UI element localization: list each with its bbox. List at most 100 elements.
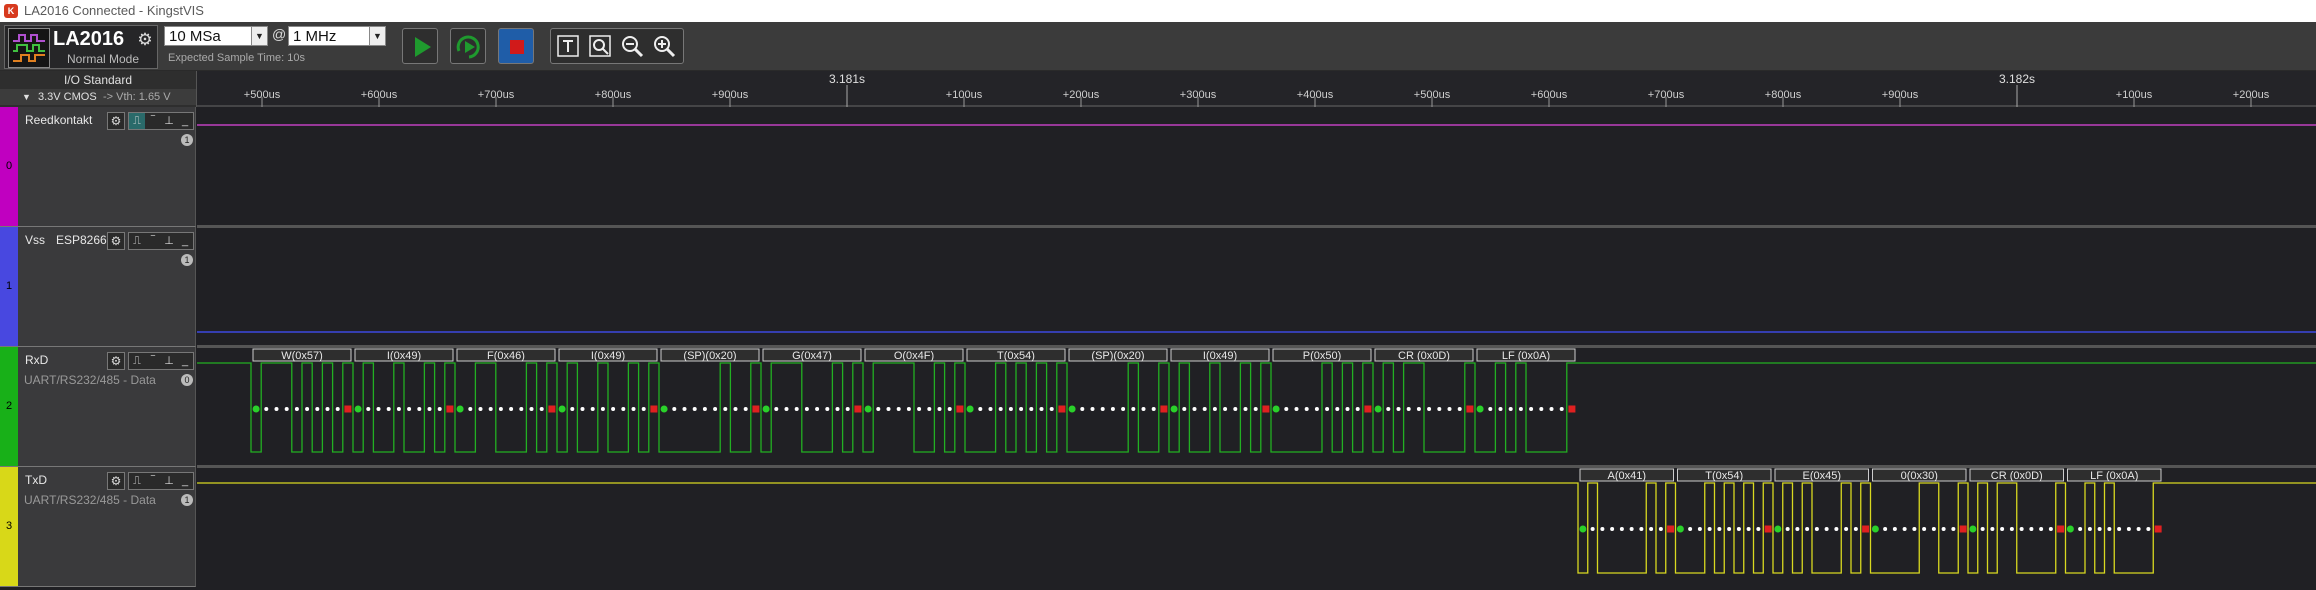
rx-frame-label: LF (0x0A) [1502, 350, 1550, 362]
falling-edge-trigger-icon[interactable]: ⊥ [161, 353, 177, 369]
tx-frame-label: CR (0x0D) [1991, 470, 2043, 482]
device-name[interactable]: LA2016 [53, 28, 124, 51]
low-level-trigger-icon[interactable]: _ [177, 233, 193, 249]
high-level-trigger-icon[interactable]: ‾ [145, 233, 161, 249]
sample-dot [407, 407, 412, 411]
rising-edge-trigger-icon[interactable]: ⎍ [129, 353, 145, 369]
channel-color-bar[interactable]: 0 [0, 107, 18, 226]
start-button[interactable] [402, 28, 438, 64]
rising-edge-trigger-icon[interactable]: ⎍ [129, 473, 145, 489]
rx-frame-label: G(0x47) [792, 350, 832, 362]
channel-settings-gear-icon[interactable]: ⚙ [107, 352, 125, 370]
stop-bit-marker [1160, 405, 1168, 413]
sample-dot [1559, 407, 1564, 411]
high-level-trigger-icon[interactable]: ‾ [145, 473, 161, 489]
channel-color-bar[interactable]: 1 [0, 227, 18, 346]
high-level-trigger-icon[interactable]: ‾ [145, 113, 161, 129]
expand-triangle-icon[interactable]: ▼ [22, 89, 31, 105]
repeat-start-button[interactable] [450, 28, 486, 64]
time-ruler[interactable]: 3.181s 3.182s +500us +600us +700us +800us +900… [197, 71, 2316, 107]
sample-depth-select[interactable]: 1 MHz ▼ [288, 26, 386, 46]
zoom-out-icon[interactable] [618, 32, 646, 60]
device-mode: Normal Mode [66, 52, 140, 66]
title-bar: K LA2016 Connected - KingstVIS [0, 0, 2316, 22]
low-level-trigger-icon[interactable]: _ [177, 113, 193, 129]
rising-edge-trigger-icon[interactable]: ⎍ [129, 233, 145, 249]
sample-rate-select[interactable]: 10 MSa ▼ [164, 26, 268, 46]
channel-settings-gear-icon[interactable]: ⚙ [107, 112, 125, 130]
channel-0-header[interactable]: 0 Reedkontakt ⚙ ⎍ ‾ ⊥ _ 1 [0, 107, 196, 227]
sample-dot [1049, 407, 1054, 411]
channel-count-badge: 1 [181, 254, 193, 266]
sample-dot [713, 407, 718, 411]
device-waveform-icon[interactable] [8, 28, 50, 68]
sample-dot [1202, 407, 1207, 411]
channel-settings-gear-icon[interactable]: ⚙ [107, 232, 125, 250]
sample-dot [325, 407, 330, 411]
stop-button[interactable] [498, 28, 534, 64]
sample-dot [1941, 527, 1946, 531]
zoom-fit-icon[interactable] [586, 32, 614, 60]
channel-name[interactable]: RxD [25, 353, 48, 367]
chevron-down-icon[interactable]: ▼ [369, 27, 385, 45]
channel-name[interactable]: Vss [25, 233, 45, 247]
rising-edge-trigger-icon[interactable]: ⎍ [129, 113, 145, 129]
device-settings-gear-icon[interactable]: ⚙ [135, 30, 155, 50]
minor-tick-label: +500us [1414, 89, 1451, 101]
sample-dot [743, 407, 748, 411]
sample-dot [539, 407, 544, 411]
channel-protocol: UART/RS232/485 - Data [24, 373, 156, 387]
io-standard-select[interactable]: ▼ 3.3V CMOS -> Vth: 1.65 V [0, 89, 196, 105]
channel-2-header[interactable]: 2 RxD UART/RS232/485 - Data ⚙ ⎍ ‾ ⊥ _ 0 [0, 347, 196, 467]
waveform-area[interactable]: W(0x57) I(0x49) F(0x46) I(0x49) (SP)(0x20) G(… [197, 107, 2316, 587]
start-bit-marker [1374, 405, 1382, 413]
sample-dot [509, 407, 514, 411]
sample-dot [2126, 527, 2131, 531]
sample-dot [692, 407, 697, 411]
channel-name[interactable]: Reedkontakt [25, 113, 92, 127]
sample-dot [1824, 527, 1829, 531]
stop-bit-marker [1764, 525, 1772, 533]
minor-tick-label: +100us [946, 89, 983, 101]
rx-frame-label: CR (0x0D) [1398, 350, 1450, 362]
sample-dot [621, 407, 626, 411]
window-title: LA2016 Connected - KingstVIS [24, 3, 204, 18]
falling-edge-trigger-icon[interactable]: ⊥ [161, 473, 177, 489]
zoom-in-icon[interactable] [650, 32, 678, 60]
sample-dot [284, 407, 289, 411]
low-level-trigger-icon[interactable]: _ [177, 353, 193, 369]
sample-dot [1990, 527, 1995, 531]
channel-3-header[interactable]: 3 TxD UART/RS232/485 - Data ⚙ ⎍ ‾ ⊥ _ 1 [0, 467, 196, 587]
high-level-trigger-icon[interactable]: ‾ [145, 353, 161, 369]
sample-dot [2107, 527, 2112, 531]
falling-edge-trigger-icon[interactable]: ⊥ [161, 233, 177, 249]
channel-1-header[interactable]: 1 Vss ESP8266 ⚙ ⎍ ‾ ⊥ _ 1 [0, 227, 196, 347]
sample-dot [1304, 407, 1309, 411]
channel-color-bar[interactable]: 3 [0, 467, 18, 586]
sample-dot [682, 407, 687, 411]
minor-tick-label: +300us [1180, 89, 1217, 101]
channel-name[interactable]: TxD [25, 473, 47, 487]
sample-dot [1029, 407, 1034, 411]
sample-dot [417, 407, 422, 411]
text-cursor-icon[interactable] [554, 32, 582, 60]
sample-dot [2097, 527, 2102, 531]
falling-edge-trigger-icon[interactable]: ⊥ [161, 113, 177, 129]
channel-settings-gear-icon[interactable]: ⚙ [107, 472, 125, 490]
stop-bit-marker [1262, 405, 1270, 413]
row-separator [197, 345, 2316, 348]
sample-dot [906, 407, 911, 411]
sample-dot [1795, 527, 1800, 531]
sample-dot [1212, 407, 1217, 411]
channel-color-bar[interactable]: 2 [0, 347, 18, 466]
sample-dot [937, 407, 942, 411]
low-level-trigger-icon[interactable]: _ [177, 473, 193, 489]
sample-dot [1931, 527, 1936, 531]
stop-bit-marker [1862, 525, 1870, 533]
start-bit-marker [762, 405, 770, 413]
sample-dot [947, 407, 952, 411]
sample-dot [498, 407, 503, 411]
sample-dot [1951, 527, 1956, 531]
trigger-buttons: ⎍ ‾ ⊥ _ [128, 112, 194, 130]
chevron-down-icon[interactable]: ▼ [251, 27, 267, 45]
